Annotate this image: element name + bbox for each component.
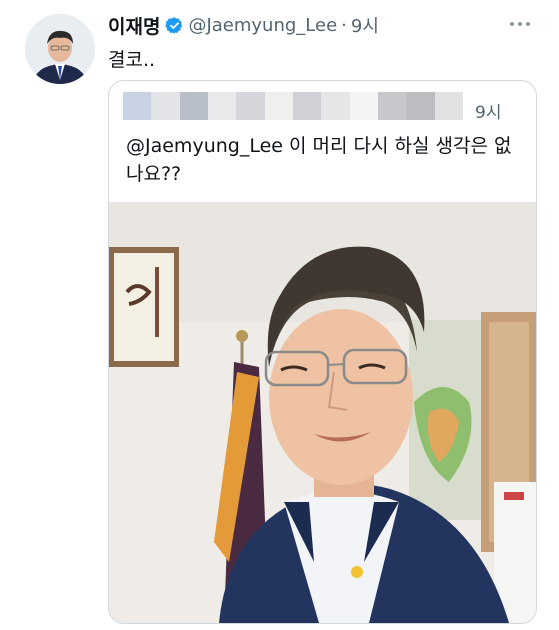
verified-badge-icon: [165, 16, 183, 34]
quoted-tweet[interactable]: 9시 @Jaemyung_Lee 이 머리 다시 하실 생각은 없나요??: [108, 80, 537, 624]
author-handle[interactable]: @Jaemyung_Lee: [188, 15, 337, 36]
mention-link[interactable]: @Jaemyung_Lee: [126, 135, 283, 157]
tweet-header: 이재명 @Jaemyung_Lee · 9시: [108, 12, 379, 38]
avatar-image: [25, 14, 95, 84]
quoted-photo[interactable]: [109, 202, 536, 623]
quoted-text: @Jaemyung_Lee 이 머리 다시 하실 생각은 없나요??: [126, 132, 526, 188]
author-name[interactable]: 이재명: [108, 12, 160, 39]
separator-dot: ·: [341, 14, 347, 36]
tweet-time[interactable]: 9시: [351, 12, 379, 38]
quoted-author-redacted: [123, 91, 463, 121]
quoted-time[interactable]: 9시: [475, 98, 501, 123]
tweet-text: 결코..: [108, 49, 156, 71]
avatar[interactable]: [25, 14, 95, 84]
redacted-blur: [123, 92, 463, 120]
more-options-icon[interactable]: [510, 16, 536, 32]
